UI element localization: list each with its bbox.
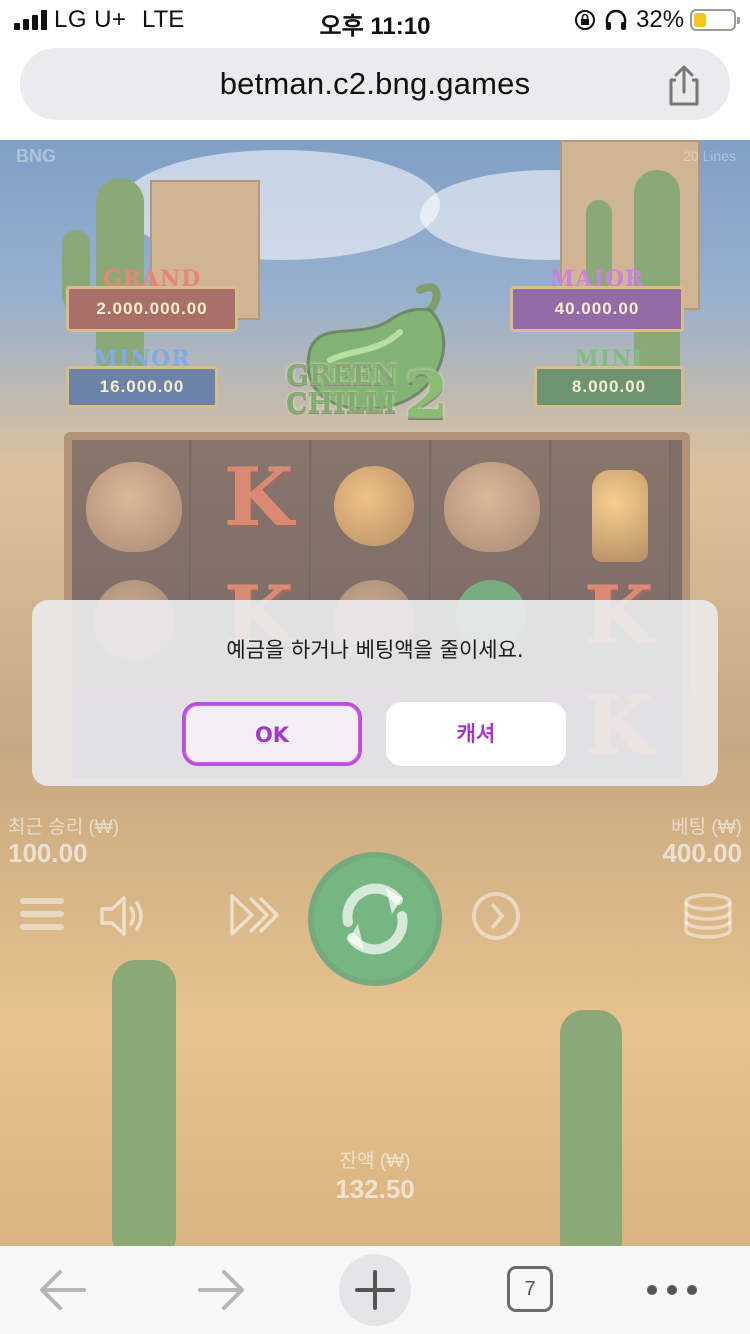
- cashier-button[interactable]: 캐셔: [386, 702, 566, 766]
- address-bar[interactable]: betman.c2.bng.games: [20, 48, 730, 120]
- battery-percent: 32%: [636, 6, 685, 33]
- tabs-icon[interactable]: 7: [507, 1266, 553, 1312]
- battery-level-fill: [694, 13, 706, 27]
- ok-button[interactable]: OK: [182, 702, 362, 766]
- back-arrow-icon[interactable]: [38, 1246, 88, 1334]
- more-icon[interactable]: [644, 1246, 700, 1334]
- url-text[interactable]: betman.c2.bng.games: [20, 66, 730, 102]
- battery-icon: [690, 9, 740, 31]
- orientation-lock-icon: [575, 10, 595, 30]
- status-bar: LG U+ LTE 오후 11:10 32%: [0, 0, 750, 40]
- new-tab-button[interactable]: [339, 1254, 411, 1326]
- insufficient-funds-dialog: 예금을 하거나 베팅액을 줄이세요. OK 캐셔: [32, 600, 718, 786]
- browser-toolbar: 7: [0, 1246, 750, 1334]
- headphones-icon: [605, 9, 627, 30]
- dialog-message: 예금을 하거나 베팅액을 줄이세요.: [226, 638, 524, 662]
- forward-arrow-icon[interactable]: [196, 1246, 246, 1334]
- new-tab-plus-icon: [355, 1270, 395, 1310]
- browser-address-area: betman.c2.bng.games: [0, 40, 750, 140]
- share-icon[interactable]: [664, 64, 704, 108]
